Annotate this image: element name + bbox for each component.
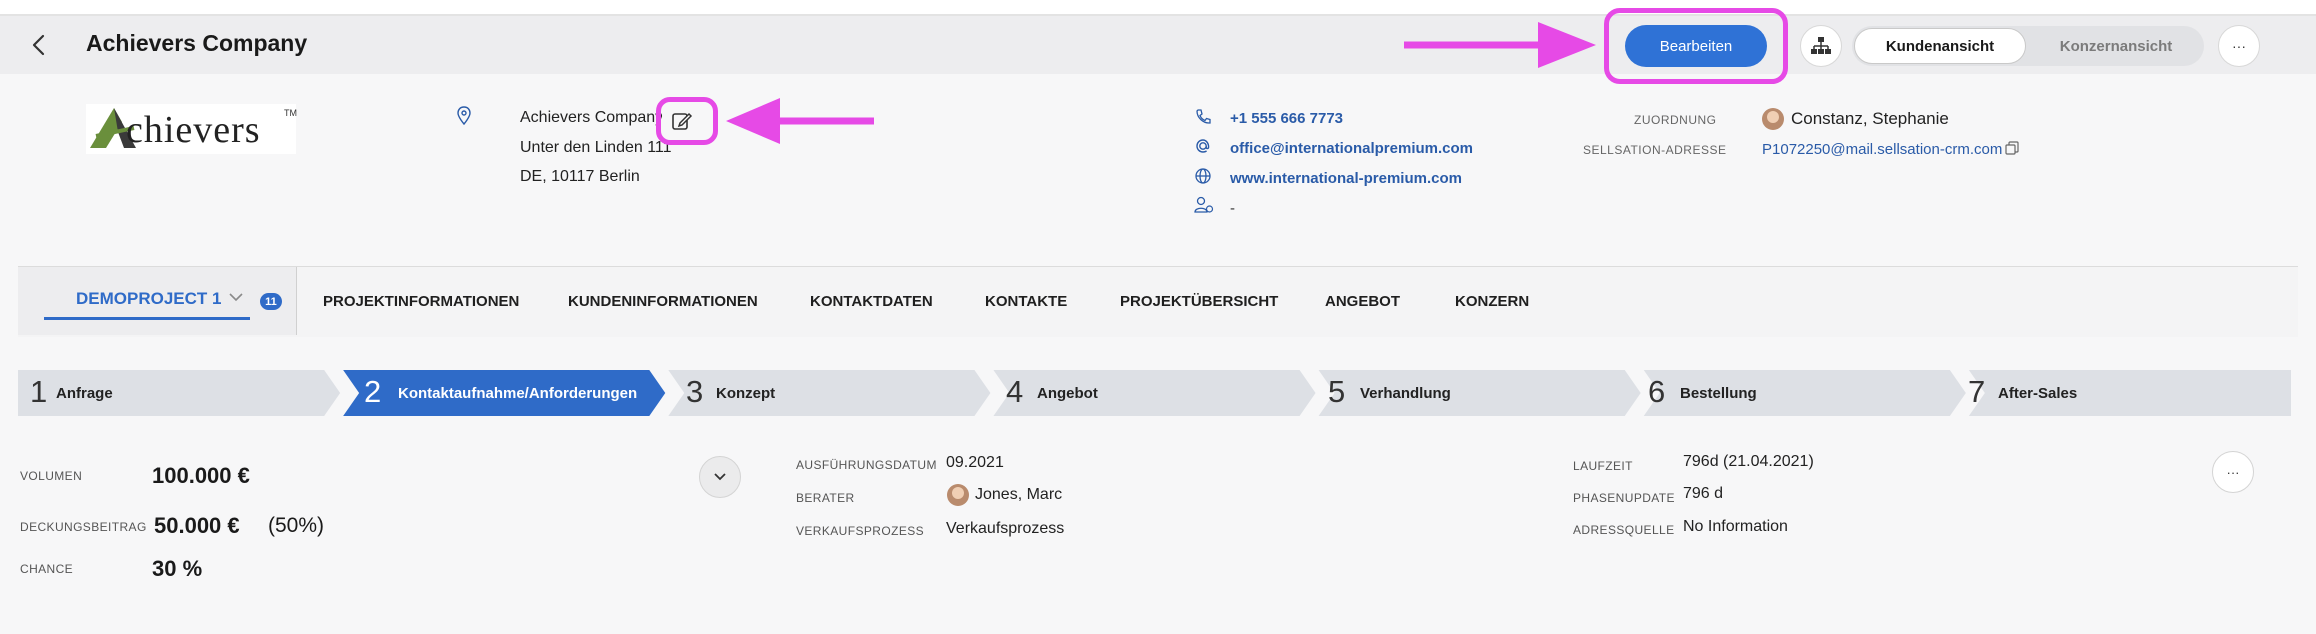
tab-kontakte[interactable]: KONTAKTE <box>985 293 1067 310</box>
annotation-arrow-left <box>726 98 874 144</box>
step-6-label[interactable]: Bestellung <box>1680 385 1757 402</box>
margin-label: DECKUNGSBEITRAG <box>20 520 147 534</box>
assignee-name: Constanz, Stephanie <box>1791 109 1949 128</box>
step-4-number: 4 <box>1006 374 1024 409</box>
header-more-button[interactable]: ··· <box>2218 25 2260 67</box>
phase-update-label: PHASENUPDATE <box>1573 491 1675 505</box>
contact-person-icon <box>1194 196 1214 213</box>
chevron-down-icon <box>714 473 726 481</box>
sellsation-address-link[interactable]: P1072250@mail.sellsation-crm.com <box>1762 141 2002 158</box>
page-header: Achievers Company Bearbeiten Kundenansic… <box>0 8 2316 84</box>
email-link[interactable]: office@internationalpremium.com <box>1230 140 1473 157</box>
step-3-number: 3 <box>686 374 704 409</box>
advisor-label: BERATER <box>796 491 855 505</box>
advisor-value: Jones, Marc <box>975 486 1063 503</box>
chevron-down-icon <box>229 293 243 302</box>
exec-date-label: AUSFÜHRUNGSDATUM <box>796 458 937 472</box>
tab-konzern[interactable]: KONZERN <box>1455 293 1529 310</box>
phase-update-value: 796 d <box>1683 485 1724 502</box>
sales-process-value: Verkaufsprozess <box>946 520 1065 537</box>
step-7-number: 7 <box>1968 374 1986 409</box>
margin-value: 50.000 € <box>154 513 240 538</box>
contact-person-value: - <box>1230 200 1235 217</box>
company-name: Achievers Company <box>520 109 662 126</box>
step-5-label[interactable]: Verhandlung <box>1360 385 1451 402</box>
margin-percent: (50%) <box>268 514 325 537</box>
top-strip <box>0 0 2316 16</box>
tab-kundeninformationen[interactable]: KUNDENINFORMATIONEN <box>568 293 758 310</box>
group-view-toggle[interactable]: Konzernansicht <box>2030 28 2202 64</box>
phone-link[interactable]: +1 555 666 7773 <box>1230 110 1343 127</box>
edit-pencil-icon[interactable] <box>671 110 693 132</box>
step-2-number: 2 <box>364 374 382 409</box>
view-toggle: Kundenansicht Konzernansicht <box>1852 26 2204 66</box>
expand-button[interactable] <box>699 456 741 498</box>
address-source-label: ADRESSQUELLE <box>1573 523 1675 537</box>
tab-bar: DEMOPROJECT 1 11 PROJEKTINFORMATIONEN KU… <box>18 266 2298 337</box>
org-chart-button[interactable] <box>1800 25 1842 67</box>
step-5-number: 5 <box>1328 374 1346 409</box>
exec-date-value: 09.2021 <box>946 454 1004 471</box>
runtime-value: 796d (21.04.2021) <box>1683 453 1814 470</box>
step-1-label[interactable]: Anfrage <box>56 385 113 402</box>
assignee-avatar <box>1762 108 1784 130</box>
edit-button[interactable]: Bearbeiten <box>1625 25 1767 67</box>
process-steps: 1 Anfrage 2 Kontaktaufnahme/Anforderunge… <box>18 370 2294 416</box>
project-count-badge: 11 <box>260 293 282 310</box>
copy-icon[interactable] <box>2005 141 2019 155</box>
sales-process-label: VERKAUFSPROZESS <box>796 524 925 538</box>
company-logo: chievers TM <box>86 104 297 154</box>
volume-label: VOLUMEN <box>20 469 83 483</box>
step-7-label[interactable]: After-Sales <box>1998 385 2077 402</box>
tab-projektinformationen[interactable]: PROJEKTINFORMATIONEN <box>323 293 519 310</box>
logo-trademark: TM <box>284 108 297 118</box>
website-link[interactable]: www.international-premium.com <box>1230 170 1462 187</box>
globe-icon <box>1195 168 1211 184</box>
chance-label: CHANCE <box>20 562 74 576</box>
advisor-avatar <box>947 484 969 506</box>
volume-value: 100.000 € <box>152 463 250 488</box>
sellsation-address-label: SELLSATION-ADRESSE <box>1583 143 1727 157</box>
tab-angebot[interactable]: ANGEBOT <box>1325 293 1400 310</box>
customer-view-toggle[interactable]: Kundenansicht <box>1854 28 2026 64</box>
step-4-label[interactable]: Angebot <box>1037 385 1098 402</box>
project-underline <box>44 317 250 320</box>
company-street: Unter den Linden 111 <box>520 139 672 156</box>
steps-chevrons <box>18 370 2291 416</box>
assignment-label: ZUORDNUNG <box>1634 113 1717 127</box>
details-more-button[interactable]: ··· <box>2212 451 2254 493</box>
email-at-icon <box>1196 139 1210 153</box>
location-pin-icon <box>457 106 471 126</box>
org-chart-icon <box>1811 37 1831 54</box>
step-6-number: 6 <box>1648 374 1666 409</box>
annotation-arrow-right <box>1404 22 1596 68</box>
step-3-label[interactable]: Konzept <box>716 385 775 402</box>
tab-kontaktdaten[interactable]: KONTAKTDATEN <box>810 293 933 310</box>
address-source-value: No Information <box>1683 518 1788 535</box>
step-2-label[interactable]: Kontaktaufnahme/Anforderungen <box>398 385 637 402</box>
tab-projektuebersicht[interactable]: PROJEKTÜBERSICHT <box>1120 293 1278 310</box>
project-selector[interactable]: DEMOPROJECT 1 11 <box>18 267 297 335</box>
phone-icon <box>1196 109 1211 124</box>
logo-text: chievers <box>126 109 261 151</box>
chance-value: 30 % <box>152 556 203 581</box>
runtime-label: LAUFZEIT <box>1573 459 1633 473</box>
step-1-number: 1 <box>30 374 48 409</box>
back-arrow-icon[interactable] <box>26 32 52 58</box>
company-city: DE, 10117 Berlin <box>520 168 640 185</box>
project-name: DEMOPROJECT 1 <box>76 289 222 308</box>
page-title: Achievers Company <box>86 30 308 56</box>
